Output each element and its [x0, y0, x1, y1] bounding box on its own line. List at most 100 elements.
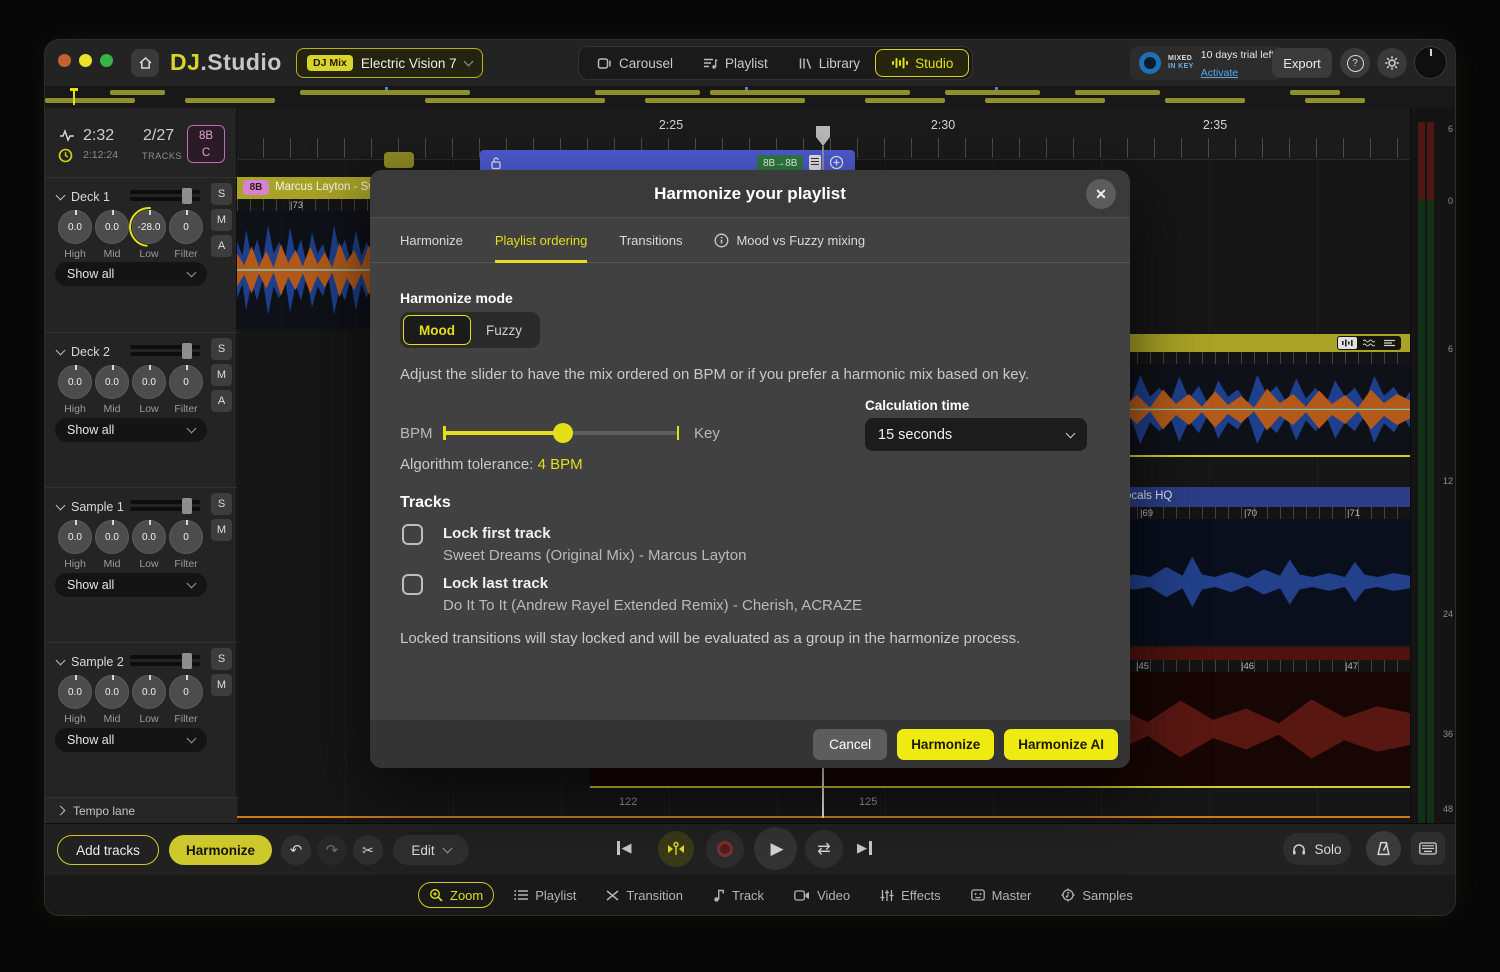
mode-mood-button[interactable]: Mood — [403, 315, 471, 345]
deck1-low-knob[interactable]: -28.0Low — [132, 210, 166, 260]
sample2-low-knob[interactable]: 0.0Low — [132, 675, 166, 725]
deck2-fader[interactable] — [130, 343, 200, 359]
skip-back-button[interactable]: ◀ — [617, 840, 632, 856]
deck1-fader[interactable] — [130, 188, 200, 204]
deck1-solo-button[interactable]: S — [211, 183, 232, 205]
keyboard-shortcuts-button[interactable] — [1411, 832, 1445, 865]
window-close-dot[interactable] — [58, 54, 71, 67]
mode-fuzzy-button[interactable]: Fuzzy — [471, 315, 537, 345]
nav-playlist[interactable]: Playlist — [688, 49, 783, 77]
deck2-show-all-dropdown[interactable]: Show all — [55, 418, 207, 442]
bpm-key-slider[interactable] — [443, 422, 679, 444]
deck1-header[interactable]: Deck 1 — [57, 190, 110, 204]
sample1-header[interactable]: Sample 1 — [57, 500, 124, 514]
sample2-mid-knob[interactable]: 0.0Mid — [95, 675, 129, 725]
transition-list-icon[interactable] — [809, 155, 821, 170]
sample1-high-knob[interactable]: 0.0High — [58, 520, 92, 570]
sample1-low-knob[interactable]: 0.0Low — [132, 520, 166, 570]
deck1-filter-knob[interactable]: 0Filter — [169, 210, 203, 260]
tab-master[interactable]: Master — [961, 882, 1042, 908]
cancel-button[interactable]: Cancel — [813, 729, 887, 760]
undo-button[interactable]: ↶ — [281, 835, 311, 865]
tab-playlist[interactable]: Playlist — [504, 882, 586, 908]
deck1-mute-button[interactable]: M — [211, 209, 232, 231]
help-button[interactable]: ? — [1340, 48, 1370, 78]
deck2-high-knob[interactable]: 0.0High — [58, 365, 92, 415]
slider-thumb[interactable] — [553, 423, 573, 443]
nav-library[interactable]: Library — [783, 49, 875, 77]
nav-studio[interactable]: Studio — [875, 49, 969, 77]
redo-button[interactable]: ↷ — [317, 835, 347, 865]
waveform-view-icon[interactable] — [1338, 337, 1357, 349]
tab-track[interactable]: Track — [703, 882, 774, 908]
sample2-mute-button[interactable]: M — [211, 674, 232, 696]
sample2-high-knob[interactable]: 0.0High — [58, 675, 92, 725]
minimap[interactable] — [45, 86, 1455, 108]
deck2-mute-button[interactable]: M — [211, 364, 232, 386]
deck2-auto-button[interactable]: A — [211, 390, 232, 412]
tempo-lane-toggle[interactable]: Tempo lane — [45, 797, 237, 823]
skip-forward-button[interactable]: ▶ — [857, 840, 872, 856]
deck2-low-knob[interactable]: 0.0Low — [132, 365, 166, 415]
harmonize-ai-button[interactable]: Harmonize AI — [1004, 729, 1118, 760]
sample2-show-all-dropdown[interactable]: Show all — [55, 728, 207, 752]
track-a-header[interactable] — [1085, 334, 1410, 352]
sample1-solo-button[interactable]: S — [211, 493, 232, 515]
tab-zoom[interactable]: Zoom — [418, 882, 494, 908]
tab-playlist-ordering[interactable]: Playlist ordering — [495, 218, 588, 263]
tab-video[interactable]: Video — [784, 882, 860, 908]
lock-last-track-checkbox[interactable] — [402, 574, 423, 595]
solo-button[interactable]: Solo — [1283, 833, 1351, 865]
window-zoom-dot[interactable] — [100, 54, 113, 67]
edit-dropdown[interactable]: Edit — [393, 835, 469, 865]
sample1-fader[interactable] — [130, 498, 200, 514]
play-button[interactable]: ▶ — [754, 827, 797, 870]
tab-samples[interactable]: Samples — [1051, 882, 1143, 908]
lines-view-icon[interactable] — [1380, 337, 1399, 349]
master-volume-knob[interactable] — [1414, 46, 1447, 79]
activate-link[interactable]: Activate — [1201, 67, 1238, 79]
close-button[interactable]: ✕ — [1086, 179, 1116, 209]
vocals-track-header[interactable]: Vocals HQ — [1085, 487, 1410, 507]
deck1-mid-knob[interactable]: 0.0Mid — [95, 210, 129, 260]
project-dropdown[interactable]: DJ Mix Electric Vision 7 — [296, 48, 483, 78]
export-button[interactable]: Export — [1272, 48, 1332, 78]
sample1-mute-button[interactable]: M — [211, 519, 232, 541]
tab-transition[interactable]: Transition — [596, 882, 693, 908]
tab-effects[interactable]: Effects — [870, 882, 951, 908]
deck1-show-all-dropdown[interactable]: Show all — [55, 262, 207, 286]
sample1-filter-knob[interactable]: 0Filter — [169, 520, 203, 570]
record-button[interactable] — [706, 830, 744, 868]
sample2-header[interactable]: Sample 2 — [57, 655, 124, 669]
tab-mood-vs-fuzzy[interactable]: Mood vs Fuzzy mixing — [714, 218, 865, 263]
deck2-solo-button[interactable]: S — [211, 338, 232, 360]
deck1-auto-button[interactable]: A — [211, 235, 232, 257]
window-minimize-dot[interactable] — [79, 54, 92, 67]
locate-playhead-button[interactable] — [658, 831, 694, 867]
loop-button[interactable]: ⇄ — [805, 830, 843, 868]
deck2-mid-knob[interactable]: 0.0Mid — [95, 365, 129, 415]
nav-carousel[interactable]: Carousel — [582, 49, 688, 77]
deck2-header[interactable]: Deck 2 — [57, 345, 110, 359]
add-tracks-button[interactable]: Add tracks — [57, 835, 159, 865]
sample2-fader[interactable] — [130, 653, 200, 669]
deck2-filter-knob[interactable]: 0Filter — [169, 365, 203, 415]
sample1-show-all-dropdown[interactable]: Show all — [55, 573, 207, 597]
split-button[interactable]: ✂ — [353, 835, 383, 865]
vocals-waveform[interactable] — [1085, 519, 1410, 645]
tab-harmonize[interactable]: Harmonize — [400, 218, 463, 263]
red-track-header[interactable] — [1085, 647, 1410, 660]
spectrum-view-icon[interactable] — [1359, 337, 1378, 349]
harmonize-toolbar-button[interactable]: Harmonize — [169, 835, 272, 865]
calc-time-select[interactable]: 15 seconds — [865, 418, 1087, 451]
track-a-waveform[interactable] — [1085, 364, 1410, 455]
zoom-in-icon[interactable] — [829, 155, 844, 170]
settings-button[interactable] — [1377, 48, 1407, 78]
lock-first-track-checkbox[interactable] — [402, 524, 423, 545]
sample2-filter-knob[interactable]: 0Filter — [169, 675, 203, 725]
metronome-button[interactable] — [1366, 831, 1401, 866]
harmonize-button[interactable]: Harmonize — [897, 729, 994, 760]
home-button[interactable] — [131, 49, 159, 77]
sample1-mid-knob[interactable]: 0.0Mid — [95, 520, 129, 570]
sample2-solo-button[interactable]: S — [211, 648, 232, 670]
